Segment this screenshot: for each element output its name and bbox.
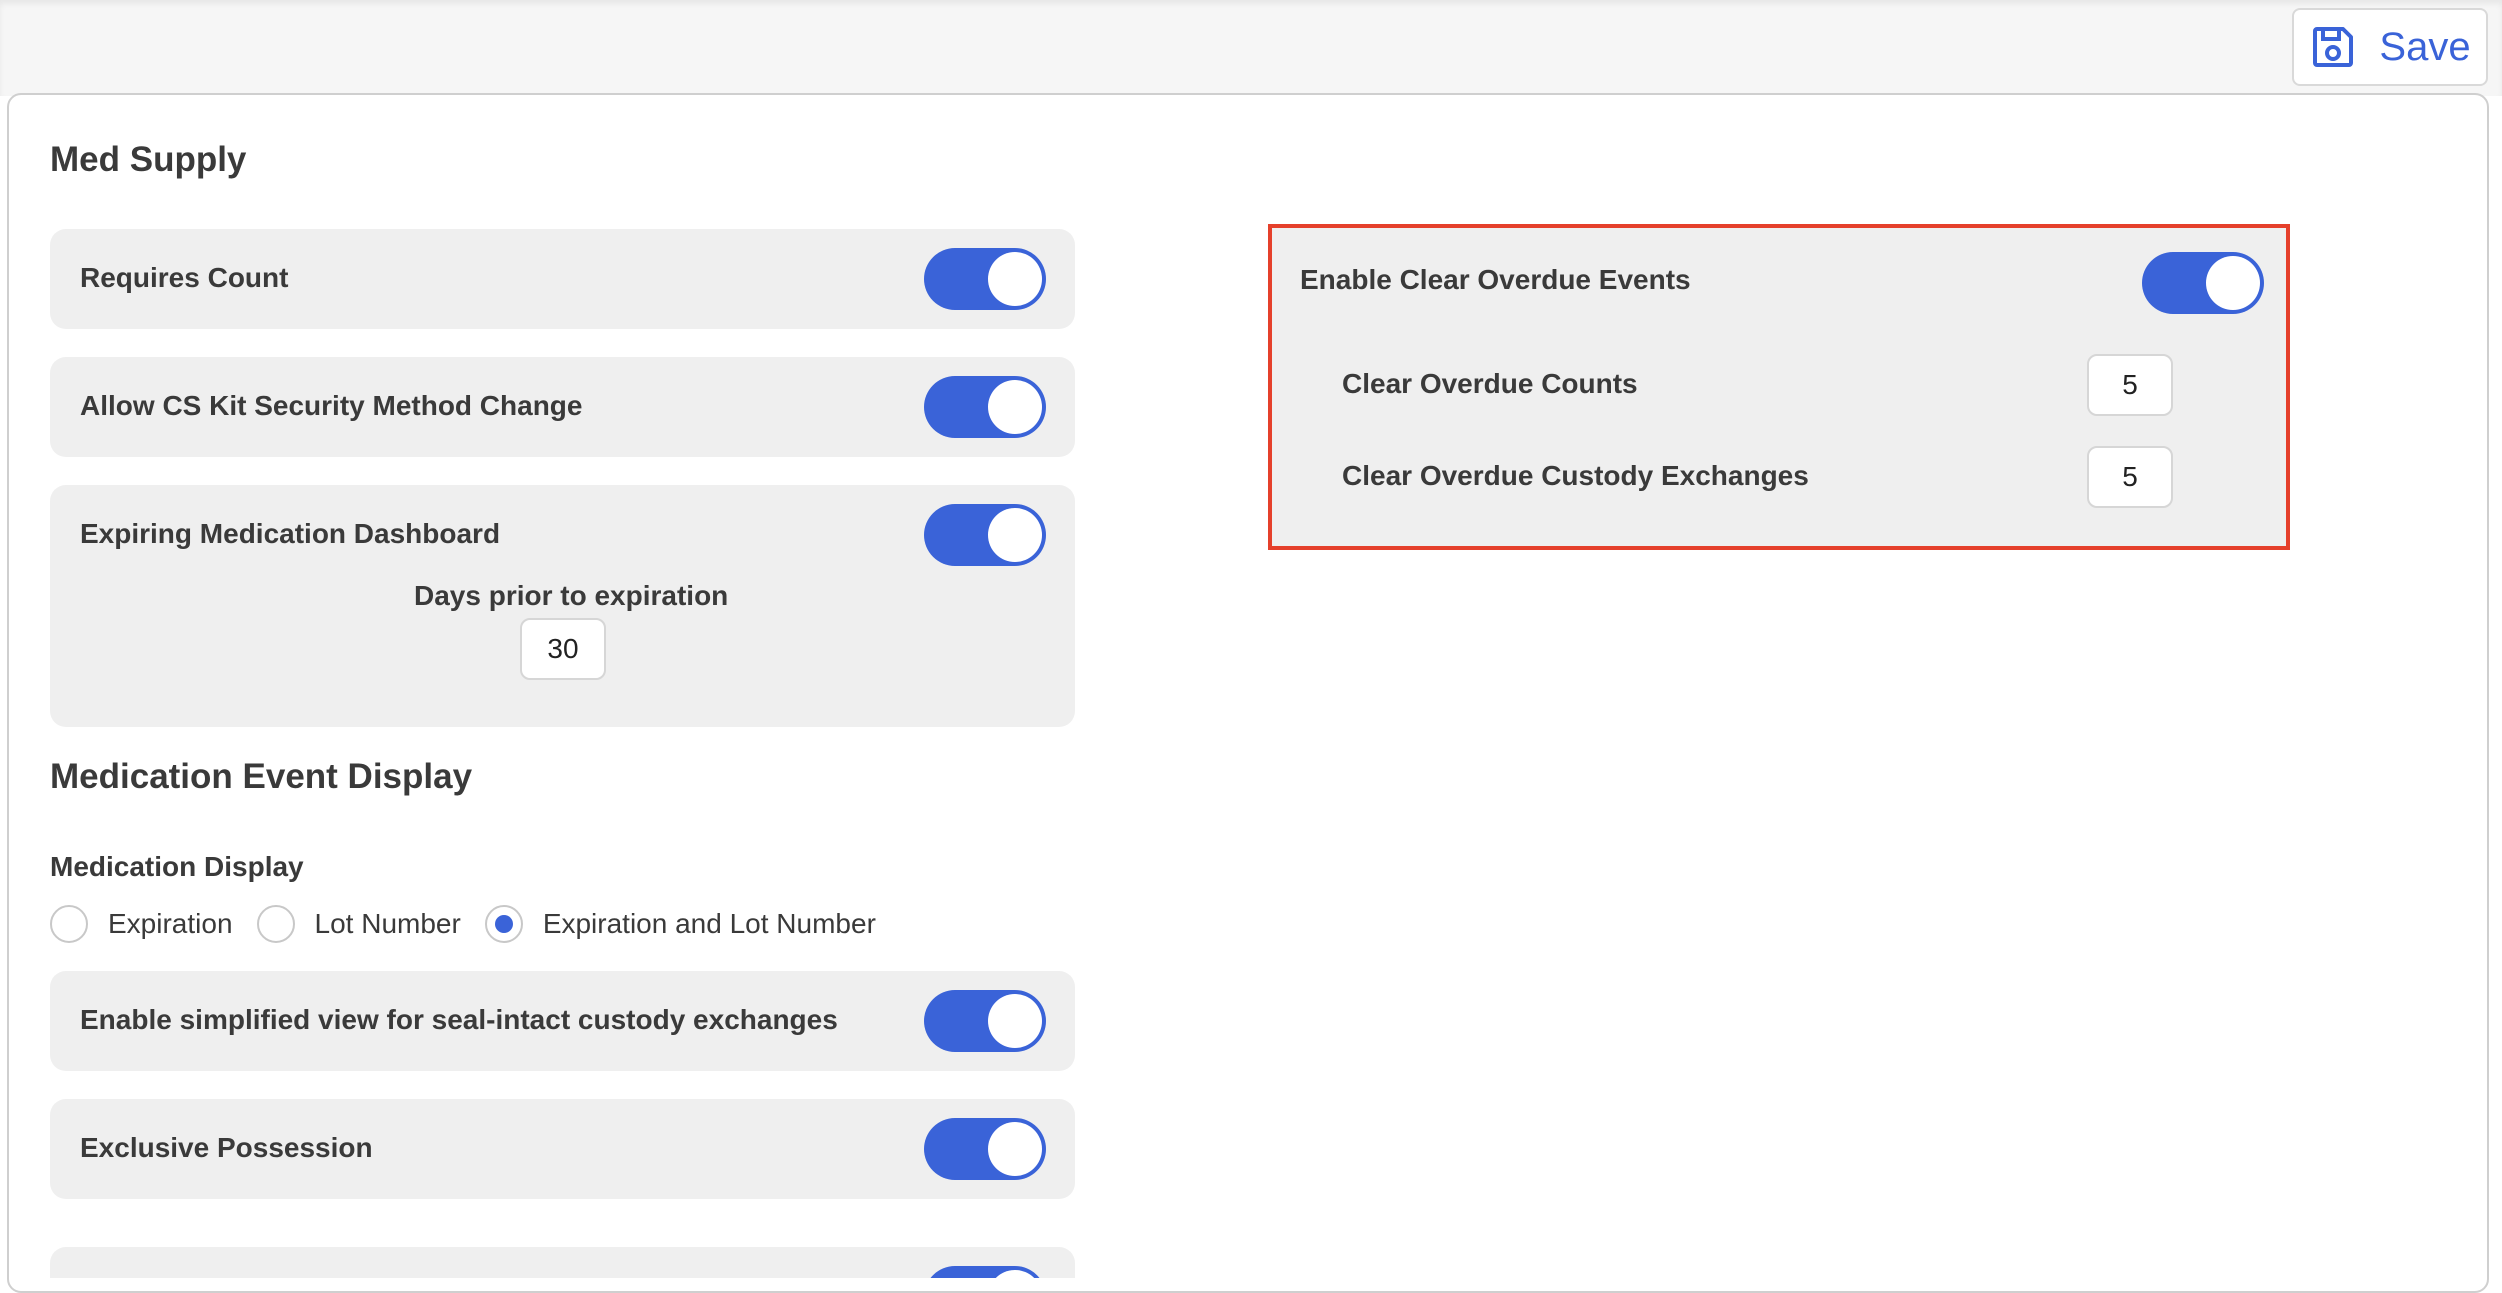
clear-overdue-counts-input[interactable]: 5	[2087, 354, 2173, 416]
toggle-knob	[988, 252, 1042, 306]
save-button[interactable]: Save	[2292, 8, 2488, 86]
radio-label: Lot Number	[314, 908, 461, 939]
radio-option-expiration[interactable]: Expiration	[50, 905, 233, 943]
setting-row-allow-cs-kit: Allow CS Kit Security Method Change	[50, 357, 1075, 457]
toggle-knob	[988, 1270, 1042, 1278]
toggle-knob	[2206, 256, 2260, 310]
radio-option-expiration-and-lot[interactable]: Expiration and Lot Number	[484, 905, 876, 943]
days-prior-label: Days prior to expiration	[414, 580, 729, 611]
setting-label: Enable Clear Overdue Events	[1300, 264, 1691, 295]
setting-row-simplified-view: Enable simplified view for seal-intact c…	[50, 971, 1075, 1071]
setting-row-partial	[50, 1247, 1075, 1278]
allow-cs-kit-toggle[interactable]	[924, 376, 1046, 438]
setting-label: Allow CS Kit Security Method Change	[80, 390, 583, 421]
clear-overdue-counts-label: Clear Overdue Counts	[1342, 368, 1638, 399]
top-toolbar: Save	[0, 0, 2502, 96]
section-heading-med-supply: Med Supply	[50, 140, 247, 179]
radio-option-lot-number[interactable]: Lot Number	[256, 905, 461, 943]
exclusive-possession-toggle[interactable]	[924, 1118, 1046, 1180]
setting-row-expiring-dashboard: Expiring Medication Dashboard Days prior…	[50, 485, 1075, 727]
section-heading-medication-event-display: Medication Event Display	[50, 757, 473, 796]
radio-label: Expiration	[108, 908, 233, 939]
clear-overdue-custody-input[interactable]: 5	[2087, 446, 2173, 508]
radio-label: Expiration and Lot Number	[542, 908, 876, 939]
setting-row-exclusive-possession: Exclusive Possession	[50, 1099, 1075, 1199]
toggle-knob	[988, 994, 1042, 1048]
toggle-knob	[988, 1122, 1042, 1176]
medication-display-radio-group: Expiration Lot Number Expiration and Lot…	[50, 903, 900, 945]
simplified-view-toggle[interactable]	[924, 990, 1046, 1052]
clear-overdue-custody-label: Clear Overdue Custody Exchanges	[1342, 460, 1809, 491]
save-button-label: Save	[2379, 24, 2471, 69]
setting-row-requires-count: Requires Count	[50, 229, 1075, 329]
setting-label: Expiring Medication Dashboard	[80, 518, 501, 549]
radio-button[interactable]	[256, 905, 295, 943]
setting-label: Enable simplified view for seal-intact c…	[80, 1004, 838, 1035]
radio-button-selected[interactable]	[484, 905, 523, 943]
toggle-knob	[988, 508, 1042, 562]
expiring-dashboard-toggle[interactable]	[924, 504, 1046, 566]
setting-label: Requires Count	[80, 262, 289, 293]
requires-count-toggle[interactable]	[924, 248, 1046, 310]
clear-overdue-group: Enable Clear Overdue Events Clear Overdu…	[1268, 224, 2290, 550]
clear-overdue-toggle[interactable]	[2142, 252, 2264, 314]
toggle-knob	[988, 380, 1042, 434]
floppy-disk-icon	[2313, 27, 2354, 67]
setting-label: Exclusive Possession	[80, 1132, 373, 1163]
days-prior-input[interactable]: 30	[520, 618, 606, 680]
medication-display-label: Medication Display	[50, 851, 304, 882]
radio-button[interactable]	[50, 905, 88, 943]
partial-row-toggle[interactable]	[924, 1266, 1046, 1278]
